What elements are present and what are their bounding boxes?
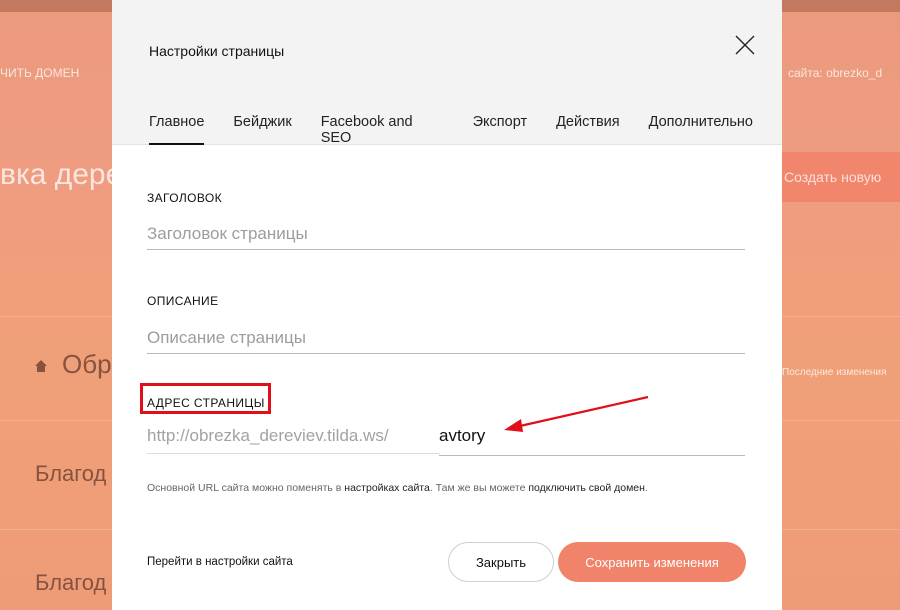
connect-domain-link[interactable]: подключить свой домен [528, 482, 645, 494]
go-to-site-settings-link[interactable]: Перейти в настройки сайта [147, 556, 293, 568]
page-url-input[interactable] [439, 424, 745, 456]
tab-export[interactable]: Экспорт [473, 114, 527, 145]
site-address-label: сайта: obrezko_d [788, 66, 883, 80]
settings-tabs: Главное Бейджик Facebook and SEO Экспорт… [149, 114, 782, 146]
create-page-button: Создать новую [782, 152, 900, 202]
tab-actions[interactable]: Действия [556, 114, 620, 145]
home-icon [34, 359, 48, 373]
page-row-title: Благод [35, 570, 107, 595]
description-field-label: ОПИСАНИЕ [147, 294, 219, 308]
modal-title: Настройки страницы [149, 43, 285, 59]
tab-facebook-seo[interactable]: Facebook and SEO [321, 114, 444, 146]
tab-badge[interactable]: Бейджик [233, 114, 291, 145]
page-description-input[interactable] [147, 322, 745, 354]
connect-domain-link: ЧИТЬ ДОМЕН [0, 66, 80, 80]
site-settings-link[interactable]: настройках сайта [344, 482, 430, 494]
tab-main[interactable]: Главное [149, 114, 205, 145]
close-icon[interactable] [734, 34, 756, 56]
save-button[interactable]: Сохранить изменения [558, 542, 746, 582]
page-title-input[interactable] [147, 218, 745, 250]
address-field-label: АДРЕС СТРАНИЦЫ [147, 396, 265, 410]
modal-header: Настройки страницы Главное Бейджик Faceb… [112, 0, 782, 146]
page-row-title: Благод [35, 461, 107, 486]
url-prefix: http://obrezka_dereviev.tilda.ws/ [147, 424, 440, 454]
close-button[interactable]: Закрыть [448, 542, 554, 582]
project-title: вка дере [0, 158, 123, 191]
title-field-label: ЗАГОЛОВОК [147, 191, 223, 205]
last-changes-label: Последние изменения [782, 367, 887, 378]
url-hint: Основной URL сайта можно поменять в наст… [147, 482, 648, 494]
tab-additional[interactable]: Дополнительно [649, 114, 753, 145]
home-label: Обр [62, 349, 112, 379]
page-settings-modal: Настройки страницы Главное Бейджик Faceb… [112, 0, 782, 610]
